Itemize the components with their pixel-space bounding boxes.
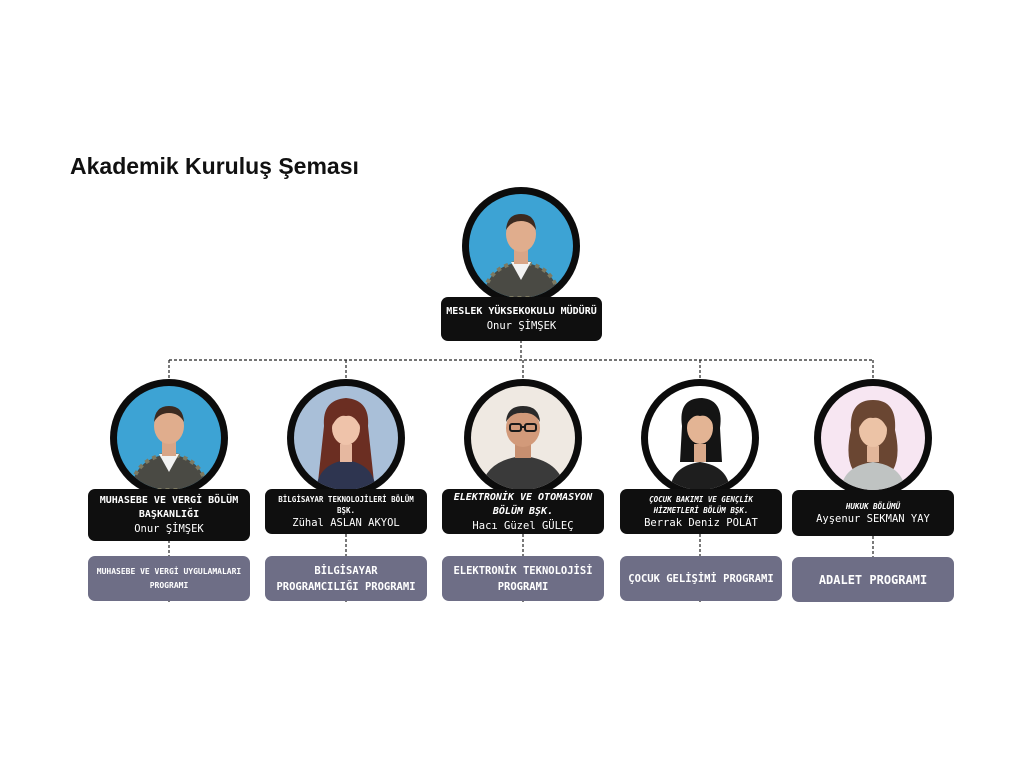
avatar-bilgisayar [287, 379, 405, 497]
dept-role: MUHASEBE VE VERGİ BÖLÜM BAŞKANLIĞI [99, 495, 239, 520]
portrait-male-striped-sweater-icon [480, 214, 562, 298]
director-card: MESLEK YÜKSEKOKULU MÜDÜRÜ Onur ŞİMŞEK [441, 297, 602, 341]
dept-card-muhasebe: MUHASEBE VE VERGİ BÖLÜM BAŞKANLIĞI Onur … [88, 489, 250, 541]
avatar-cocuk [641, 379, 759, 497]
portrait-male-glasses-icon [481, 406, 565, 490]
director-role: MESLEK YÜKSEKOKULU MÜDÜRÜ [446, 306, 597, 317]
dept-head-name: Berrak Deniz POLAT [644, 516, 758, 529]
program-bilgisayar: BİLGİSAYAR PROGRAMCILIĞI PROGRAMI [265, 556, 427, 601]
dept-card-elektronik: ELEKTRONİK VE OTOMASYON BÖLÜM BŞK. Hacı … [442, 489, 604, 534]
avatar-elektronik [464, 379, 582, 497]
dept-head-name: Onur ŞİMŞEK [134, 523, 204, 535]
dept-card-cocuk: ÇOCUK BAKIMI VE GENÇLİK HİZMETLERİ BÖLÜM… [620, 489, 782, 534]
dept-card-hukuk: HUKUK BÖLÜMÜ Ayşenur SEKMAN YAY [792, 490, 954, 536]
avatar-muhasebe [110, 379, 228, 497]
portrait-female-wavy-hair-icon [841, 400, 905, 490]
portrait-female-long-hair-icon [316, 398, 376, 490]
dept-role: ELEKTRONİK VE OTOMASYON BÖLÜM BŞK. [453, 491, 593, 517]
program-elektronik: ELEKTRONİK TEKNOLOJİSİ PROGRAMI [442, 556, 604, 601]
avatar-director [462, 187, 580, 305]
program-muhasebe: MUHASEBE VE VERGİ UYGULAMALARI PROGRAMI [88, 556, 250, 601]
dept-role: HUKUK BÖLÜMÜ [845, 501, 901, 511]
avatar-hukuk [814, 379, 932, 497]
dept-card-bilgisayar: BİLGİSAYAR TEKNOLOJİLERİ BÖLÜM BŞK. Züha… [265, 489, 427, 534]
portrait-female-dark-hair-icon [670, 398, 730, 490]
program-hukuk: ADALET PROGRAMI [792, 557, 954, 602]
dept-head-name: Zühal ASLAN AKYOL [292, 516, 400, 529]
director-name: Onur ŞİMŞEK [486, 320, 557, 332]
dept-head-name: Ayşenur SEKMAN YAY [816, 512, 930, 525]
portrait-male-striped-sweater-icon [128, 406, 210, 490]
program-cocuk: ÇOCUK GELİŞİMİ PROGRAMI [620, 556, 782, 601]
dept-head-name: Hacı Güzel GÜLEÇ [472, 519, 574, 532]
dept-role: ÇOCUK BAKIMI VE GENÇLİK HİZMETLERİ BÖLÜM… [649, 494, 753, 515]
dept-role: BİLGİSAYAR TEKNOLOJİLERİ BÖLÜM BŞK. [278, 494, 414, 515]
